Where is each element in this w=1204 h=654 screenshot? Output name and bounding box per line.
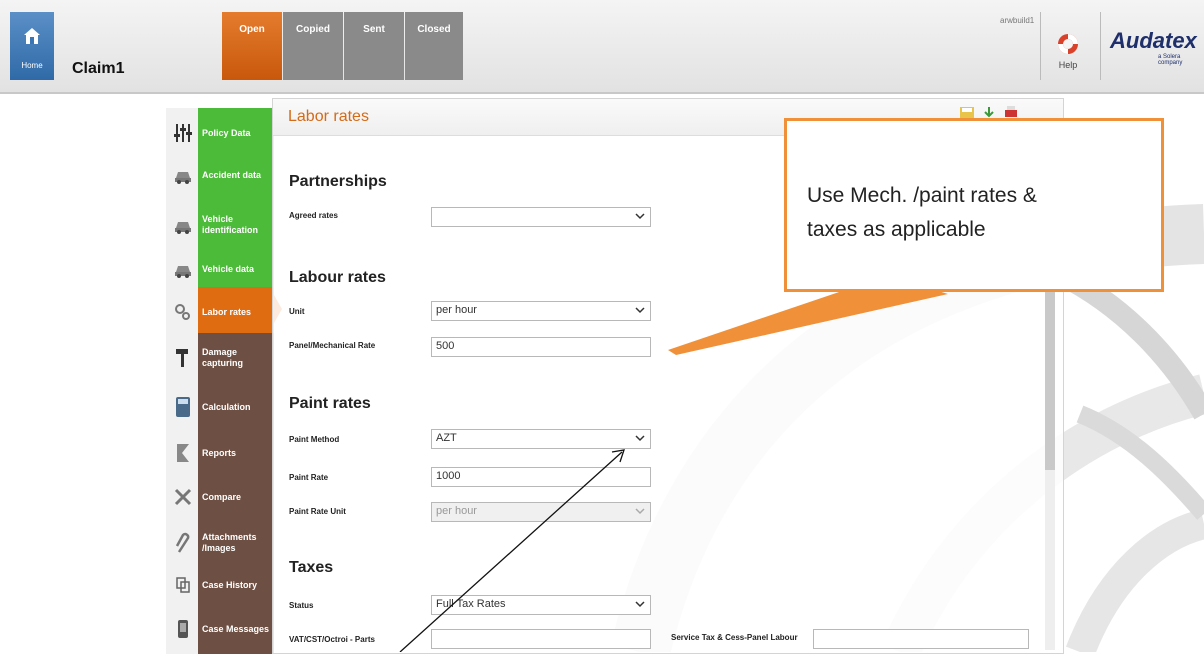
page-title: Labor rates [288,108,369,125]
sidebar-item-label: Accident data [202,169,262,180]
unit-select[interactable]: per hour [431,301,651,321]
paint-method-select[interactable]: AZT [431,429,651,449]
gears-icon [175,304,190,320]
paint-rate-label: Paint Rate [289,473,329,482]
paperclip-icon [175,532,190,553]
car-front-icon [175,266,191,278]
annotation-callout: Use Mech. /paint rates & taxes as applic… [784,118,1164,292]
car-icon [175,222,191,234]
tab-copied[interactable]: Copied [283,12,343,80]
sidebar-item-labor-rates[interactable]: Labor rates [166,287,274,337]
sidebar-item-vehicle-identification[interactable]: Vehicle identification [166,200,274,250]
section-taxes: Taxes [289,559,334,576]
help-label: Help [1058,60,1078,70]
status-label: Status [289,601,314,610]
sidebar-item-label: Case Messages [202,623,270,634]
status-select[interactable]: Full Tax Rates [431,595,651,615]
report-icon [177,444,189,462]
panel-mech-rate-input[interactable]: 500 [431,337,651,357]
callout-line-2: taxes as applicable [807,218,986,241]
hammer-icon [176,349,188,367]
claim-title: Claim1 [72,60,125,77]
service-tax-label: Service Tax & Cess-Panel Labour [671,633,798,642]
section-partnerships: Partnerships [289,173,387,190]
compare-icon [174,488,192,506]
paint-rate-unit-value: per hour [436,505,477,517]
callout-line-1: Use Mech. /paint rates & [807,184,1037,207]
top-bar: Home Claim1 Open Copied Sent Closed arwb… [0,0,1204,94]
sidebar-item-label: Case History [202,579,258,590]
chevron-down-icon [635,213,645,220]
sidebar-item-label: Reports [202,447,237,458]
audatex-logo: Audatex [1110,28,1197,53]
sidebar-item-accident-data[interactable]: Accident data [166,150,274,200]
sidebar-item-compare[interactable]: Compare [166,472,274,522]
lifebuoy-icon [1058,34,1078,54]
home-label: Home [21,61,43,70]
home-icon [24,28,40,44]
sidebar-item-damage-capturing[interactable]: Damage capturing [166,333,274,383]
calculator-icon [176,397,190,417]
paint-method-label: Paint Method [289,435,340,444]
chevron-down-icon [635,435,645,442]
chevron-down-icon [635,601,645,608]
tab-closed[interactable]: Closed [405,12,463,80]
car-crash-icon [175,172,191,184]
status-value: Full Tax Rates [436,598,506,610]
history-icon [176,577,190,593]
chevron-down-icon [635,307,645,314]
sidebar-item-label: Damage capturing [202,347,244,368]
section-labour-rates: Labour rates [289,269,386,286]
tab-sent[interactable]: Sent [344,12,404,80]
sidebar-item-label: Labor rates [202,306,252,317]
user-label: arwbuild1 [1000,16,1035,25]
agreed-rates-select[interactable] [431,207,651,227]
sidebar-item-label: Calculation [202,401,251,412]
paint-rate-value: 1000 [436,470,461,482]
callout-text: Use Mech. /paint rates & taxes as applic… [807,179,1157,247]
chevron-down-icon [635,508,645,515]
service-tax-input[interactable] [813,629,1029,649]
tab-open[interactable]: Open [222,12,282,80]
unit-label: Unit [289,307,305,316]
sidebar-item-label: Compare [202,491,242,502]
agreed-rates-label: Agreed rates [289,211,338,220]
sidebar-item-case-history[interactable]: Case History [166,560,274,610]
phone-icon [178,620,188,638]
sidebar-item-reports[interactable]: Reports [166,428,274,478]
divider [1040,12,1041,80]
sidebar-item-label: Vehicle identification [202,214,258,235]
paint-rate-unit-select[interactable]: per hour [431,502,651,522]
panel-mech-rate-label: Panel/Mechanical Rate [289,341,376,350]
unit-value: per hour [436,304,477,316]
panel-mech-rate-value: 500 [436,340,455,352]
help-button[interactable]: Help [1042,12,1094,80]
section-paint-rates: Paint rates [289,395,371,412]
sidebar-item-calculation[interactable]: Calculation [166,382,274,432]
vat-parts-label: VAT/CST/Octroi - Parts [289,635,375,644]
vat-parts-input[interactable] [431,629,651,649]
divider [1100,12,1101,80]
paint-rate-unit-label: Paint Rate Unit [289,507,346,516]
paint-rate-input[interactable]: 1000 [431,467,651,487]
sliders-icon [174,124,192,142]
paint-method-value: AZT [436,432,457,444]
sidebar-item-case-messages[interactable]: Case Messages [166,604,274,654]
home-button[interactable]: Home [10,12,54,80]
logo-subtitle: a Solera company [1158,54,1183,66]
